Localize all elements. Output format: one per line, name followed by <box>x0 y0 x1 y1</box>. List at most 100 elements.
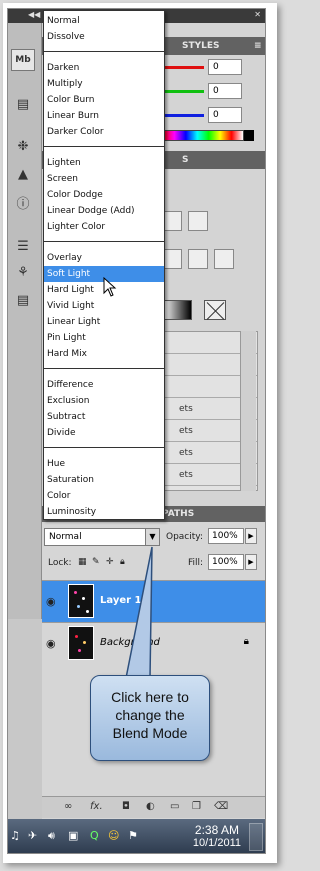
menu-item-darker-color[interactable]: Darker Color <box>44 124 164 140</box>
eye-icon[interactable]: ◉ <box>46 595 56 608</box>
red-slider-row[interactable]: 0 <box>162 59 262 75</box>
tab-styles[interactable]: STYLES <box>182 41 220 51</box>
collapse-arrows-icon[interactable]: ◀◀ <box>28 10 40 19</box>
group-folder-icon[interactable]: ▭ <box>170 801 179 812</box>
monitor-icon[interactable]: ▣ <box>68 829 78 842</box>
menu-item-color-burn[interactable]: Color Burn <box>44 92 164 108</box>
menu-item-subtract[interactable]: Subtract <box>44 409 164 425</box>
callout-box: Click here to change the Blend Mode <box>90 675 210 761</box>
layer-thumbnail <box>68 584 94 618</box>
menu-item-lighten[interactable]: Lighten <box>44 155 164 171</box>
menu-item-screen[interactable]: Screen <box>44 171 164 187</box>
menu-item-linear-dodge-add[interactable]: Linear Dodge (Add) <box>44 203 164 219</box>
callout-line-1: Click here to <box>111 689 189 705</box>
clock-time: 2:38 AM <box>194 823 239 837</box>
menu-item-darken[interactable]: Darken <box>44 60 164 76</box>
opacity-arrow-icon[interactable]: ▶ <box>245 528 257 544</box>
media-icon[interactable]: ♫ <box>10 829 20 842</box>
tab-paths[interactable]: PATHS <box>162 509 194 519</box>
lock-all-icon[interactable]: 🔒︎ <box>120 557 125 567</box>
q-app-icon[interactable]: Q <box>90 829 99 842</box>
blend-mode-value: Normal <box>49 532 82 542</box>
levels-icon[interactable] <box>162 211 182 231</box>
link-layers-icon[interactable]: ∞ <box>64 801 72 812</box>
fill-arrow-icon[interactable]: ▶ <box>245 554 257 570</box>
menu-item-lighter-color[interactable]: Lighter Color <box>44 219 164 235</box>
panel-menu-icon[interactable]: ≡ <box>254 41 262 51</box>
navigator-wheel-icon[interactable]: ❉ <box>11 135 35 157</box>
network-icon[interactable]: ✈ <box>28 829 37 842</box>
blend-mode-menu[interactable]: Normal Dissolve Darken Multiply Color Burn Li… <box>43 10 165 520</box>
info-icon[interactable]: ⓘ <box>11 191 35 213</box>
lock-position-icon[interactable]: ✛ <box>106 557 114 567</box>
fx-icon[interactable]: fx. <box>90 801 103 812</box>
taskbar-clock[interactable]: 2:38 AM 10/1/2011 <box>193 823 241 849</box>
menu-item-vivid-light[interactable]: Vivid Light <box>44 298 164 314</box>
actions-scrollbar[interactable] <box>240 331 256 491</box>
blue-value[interactable]: 0 <box>208 107 242 123</box>
menu-item-normal[interactable]: Normal <box>44 13 164 29</box>
flag-icon[interactable]: ⚑ <box>128 829 138 842</box>
menu-item-color[interactable]: Color <box>44 488 164 504</box>
gradient-map-icon[interactable] <box>162 300 192 320</box>
menu-item-exclusion[interactable]: Exclusion <box>44 393 164 409</box>
volume-icon[interactable]: 🔊︎ <box>48 829 55 843</box>
mini-bridge-icon[interactable]: Mb <box>11 49 35 71</box>
clone-source-icon[interactable]: ⚘ <box>11 261 35 283</box>
brush-presets-icon[interactable]: ☰ <box>11 235 35 257</box>
history-icon[interactable]: ▤ <box>11 93 35 115</box>
lock-icon: 🔒︎ <box>243 636 249 647</box>
windows-taskbar: ♫ ✈ 🔊︎ ▣ Q ☺ ⚑ 2:38 AM 10/1/2011 <box>8 819 265 853</box>
new-layer-icon[interactable]: ❐ <box>192 801 201 812</box>
tool-presets-icon[interactable]: ▤ <box>11 289 35 311</box>
layer-name[interactable]: Layer 1 <box>100 595 141 606</box>
menu-item-color-dodge[interactable]: Color Dodge <box>44 187 164 203</box>
fill-field[interactable]: 100% <box>208 554 244 570</box>
chevron-down-icon[interactable]: ▼ <box>145 529 159 545</box>
exposure-icon[interactable] <box>188 211 208 231</box>
add-mask-icon[interactable]: ◘ <box>122 801 130 812</box>
eye-icon[interactable]: ◉ <box>46 637 56 650</box>
menu-item-saturation[interactable]: Saturation <box>44 472 164 488</box>
menu-item-hard-mix[interactable]: Hard Mix <box>44 346 164 362</box>
green-value[interactable]: 0 <box>208 83 242 99</box>
show-desktop-button[interactable] <box>249 823 263 851</box>
menu-item-hue[interactable]: Hue <box>44 456 164 472</box>
color-spectrum-bar[interactable] <box>162 130 244 141</box>
menu-item-dissolve[interactable]: Dissolve <box>44 29 164 45</box>
blend-mode-select[interactable]: Normal ▼ <box>44 528 160 546</box>
lock-image-icon[interactable]: ✎ <box>92 557 100 567</box>
channel-mixer-icon[interactable] <box>188 249 208 269</box>
green-slider[interactable] <box>162 90 204 93</box>
menu-separator <box>44 51 164 52</box>
menu-item-multiply[interactable]: Multiply <box>44 76 164 92</box>
histogram-icon[interactable]: ▲ <box>11 163 35 185</box>
menu-item-linear-light[interactable]: Linear Light <box>44 314 164 330</box>
selective-x-icon[interactable] <box>204 300 226 320</box>
opacity-field[interactable]: 100% <box>208 528 244 544</box>
people-icon[interactable]: ☺ <box>108 829 119 842</box>
photo-filter-icon[interactable] <box>162 249 182 269</box>
green-slider-row[interactable]: 0 <box>162 83 262 99</box>
layer-thumbnail <box>68 626 94 660</box>
lock-transparent-icon[interactable]: ▦ <box>78 557 87 567</box>
menu-item-divide[interactable]: Divide <box>44 425 164 441</box>
selective-color-icon[interactable] <box>214 249 234 269</box>
menu-item-luminosity[interactable]: Luminosity <box>44 504 164 520</box>
blue-slider-row[interactable]: 0 <box>162 107 262 123</box>
blue-slider[interactable] <box>162 114 204 117</box>
layer-row-layer-1[interactable]: ◉ Layer 1 <box>42 580 265 622</box>
close-panel-icon[interactable]: ✕ <box>254 10 261 19</box>
layer-row-background[interactable]: ◉ Background 🔒︎ <box>42 622 265 664</box>
menu-item-overlay[interactable]: Overlay <box>44 250 164 266</box>
adjustment-layer-icon[interactable]: ◐ <box>146 801 155 812</box>
menu-item-linear-burn[interactable]: Linear Burn <box>44 108 164 124</box>
menu-item-pin-light[interactable]: Pin Light <box>44 330 164 346</box>
layer-name[interactable]: Background <box>100 637 160 648</box>
red-slider[interactable] <box>162 66 204 69</box>
tab-adjustments[interactable]: S <box>182 155 188 165</box>
red-value[interactable]: 0 <box>208 59 242 75</box>
trash-icon[interactable]: ⌫ <box>214 801 228 812</box>
black-swatch[interactable] <box>244 130 254 141</box>
menu-item-difference[interactable]: Difference <box>44 377 164 393</box>
